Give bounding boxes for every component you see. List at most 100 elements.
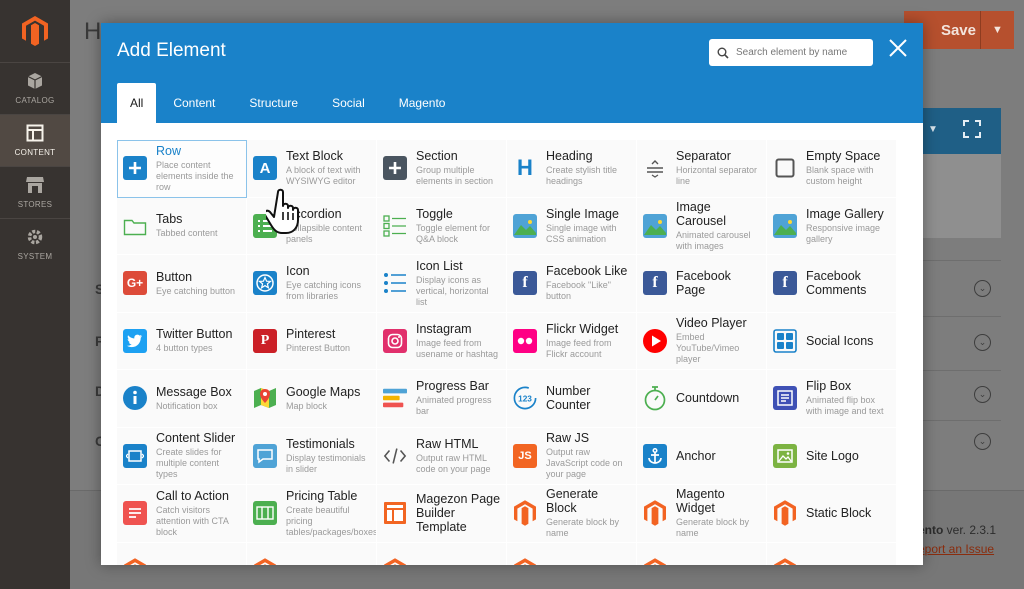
element-number-counter[interactable]: 123 Number Counter — [507, 370, 637, 428]
element-raw-html[interactable]: Raw HTML Output raw HTML code on your pag… — [377, 427, 507, 485]
element-flickr-widget[interactable]: Flickr Widget Image feed from Flickr acco… — [507, 312, 637, 370]
flip-box-icon — [773, 386, 797, 411]
element-magezon-page-builder-template[interactable]: Magezon Page Builder Template — [377, 485, 507, 543]
chevron-down-icon[interactable]: ▼ — [928, 124, 938, 135]
facebook-icon: f — [513, 271, 537, 296]
element-heading[interactable]: H Heading Create stylish title headings — [507, 140, 637, 198]
element-row[interactable]: Row Place content elements inside the row — [117, 140, 247, 198]
letter-a-icon: A — [253, 156, 277, 181]
element-text: Facebook Like Facebook "Like" button — [546, 264, 632, 302]
element-facebook-like[interactable]: f Facebook Like Facebook "Like" button — [507, 255, 637, 313]
element-single-product[interactable]: Single Product — [637, 542, 767, 565]
element-separator[interactable]: Separator Horizontal separator line — [637, 140, 767, 198]
element-description: Blank space with custom height — [806, 165, 874, 187]
element-progress-bar[interactable]: Progress Bar Animated progress bar — [377, 370, 507, 428]
element-instagram[interactable]: Instagram Image feed from usename or hash… — [377, 312, 507, 370]
element-generate-block[interactable]: Generate Block Generate block by name — [507, 485, 637, 543]
element-google-maps[interactable]: Google Maps Map block — [247, 370, 377, 428]
element-text: Toggle Toggle element for Q&A block — [416, 207, 502, 245]
element-text: Site Logo — [806, 449, 859, 463]
element-name: Heading — [546, 149, 593, 164]
element-description: Animated flip box with image and text — [806, 395, 884, 417]
save-dropdown-toggle[interactable]: ▼ — [980, 11, 1014, 49]
element-countdown[interactable]: Countdown — [637, 370, 767, 428]
element-image-carousel[interactable]: Image Carousel Animated carousel with ima… — [637, 197, 767, 255]
sidebar-item-catalog[interactable]: CATALOG — [0, 62, 70, 114]
element-recent[interactable]: Recent — [117, 542, 247, 565]
layout-icon — [26, 124, 44, 148]
element-call-to-action[interactable]: Call to Action Catch visitors attention w… — [117, 485, 247, 543]
element-grid: Row Place content elements inside the row… — [117, 140, 899, 565]
element-flip-box[interactable]: Flip Box Animated flip box with image and… — [767, 370, 897, 428]
divider — [919, 260, 1001, 261]
facebook-icon: f — [773, 271, 797, 296]
element-description: Group multiple elements in section — [416, 165, 494, 187]
element-name: Message Box — [156, 384, 232, 399]
tab-social[interactable]: Social — [315, 83, 382, 123]
element-newsletter[interactable]: Newsletter — [377, 542, 507, 565]
section-expand-icon[interactable]: ⌄ — [974, 334, 991, 351]
tab-structure[interactable]: Structure — [232, 83, 315, 123]
element-facebook-page[interactable]: f Facebook Page — [637, 255, 767, 313]
element-icon-list[interactable]: Icon List Display icons as vertical, hori… — [377, 255, 507, 313]
magento-logo[interactable] — [0, 0, 70, 62]
element-toggle[interactable]: Toggle Toggle element for Q&A block — [377, 197, 507, 255]
element-facebook-comments[interactable]: f Facebook Comments — [767, 255, 897, 313]
element-element[interactable] — [247, 542, 377, 565]
element-name: Static Block — [806, 506, 872, 521]
magento-icon — [513, 500, 537, 526]
fullscreen-icon[interactable] — [963, 120, 981, 143]
element-pricing-table[interactable]: Pricing Table Create beautiful pricing ta… — [247, 485, 377, 543]
element-text: Heading Create stylish title headings — [546, 149, 632, 187]
element-text: Message Box Notification box — [156, 385, 232, 412]
element-testimonials[interactable]: Testimonials Display testimonials in slid… — [247, 427, 377, 485]
section-expand-icon[interactable]: ⌄ — [974, 433, 991, 450]
element-pinterest[interactable]: P Pinterest Pinterest Button — [247, 312, 377, 370]
element-magento-widget[interactable]: Magento Widget Generate block by name — [637, 485, 767, 543]
tab-content[interactable]: Content — [156, 83, 232, 123]
search-input[interactable] — [736, 47, 866, 58]
element-text: Number Counter — [546, 384, 632, 412]
tab-magento[interactable]: Magento — [382, 83, 463, 123]
element-empty-space[interactable]: Empty Space Blank space with custom heigh… — [767, 140, 897, 198]
close-icon[interactable] — [887, 37, 909, 59]
report-issue-link[interactable]: eport an Issue — [918, 542, 994, 556]
search-box[interactable] — [709, 39, 873, 66]
element-tabs[interactable]: Tabs Tabbed content — [117, 197, 247, 255]
element-description: Eye catching button — [156, 285, 236, 296]
section-expand-icon[interactable]: ⌄ — [974, 280, 991, 297]
element-content-slider[interactable]: Content Slider Create slides for multiple… — [117, 427, 247, 485]
add-element-modal: Add Element AllContentStructureSocialMag… — [101, 23, 923, 565]
sidebar-item-content[interactable]: CONTENT — [0, 114, 70, 166]
sidebar-item-stores[interactable]: STORES — [0, 166, 70, 218]
sidebar-item-system[interactable]: SYSTEM — [0, 218, 70, 270]
element-image-gallery[interactable]: Image Gallery Responsive image gallery — [767, 197, 897, 255]
tab-bar: All Content Structure Social Magento — [117, 83, 462, 123]
magento-icon — [383, 558, 407, 565]
element-raw-js[interactable]: JS Raw JS Output raw JavaScript code on yo… — [507, 427, 637, 485]
element-video-player[interactable]: Video Player Embed YouTube/Vimeo player — [637, 312, 767, 370]
element-text: Separator Horizontal separator line — [676, 149, 762, 187]
tab-all[interactable]: All — [117, 83, 157, 123]
element-section[interactable]: Section Group multiple elements in sectio… — [377, 140, 507, 198]
element-anchor[interactable]: Anchor — [637, 427, 767, 485]
element-description: Facebook "Like" button — [546, 280, 611, 302]
element-message-box[interactable]: Message Box Notification box — [117, 370, 247, 428]
magento-logo-icon — [22, 16, 48, 46]
element-description: Generate block by name — [676, 517, 750, 539]
element-site-logo[interactable]: Site Logo — [767, 427, 897, 485]
section-expand-icon[interactable]: ⌄ — [974, 386, 991, 403]
element-name: Separator — [676, 149, 731, 164]
element-static-block[interactable]: Static Block — [767, 485, 897, 543]
info-icon — [123, 386, 147, 411]
element-twitter-button[interactable]: Twitter Button 4 button types — [117, 312, 247, 370]
element-social-icons[interactable]: Social Icons — [767, 312, 897, 370]
element-element[interactable] — [507, 542, 637, 565]
element-element[interactable] — [767, 542, 897, 565]
play-icon — [643, 328, 667, 353]
element-icon[interactable]: Icon Eye catching icons from libraries — [247, 255, 377, 313]
element-name: Call to Action — [156, 488, 229, 503]
code-icon — [383, 444, 407, 468]
element-single-image[interactable]: Single Image Single image with CSS animat… — [507, 197, 637, 255]
element-button[interactable]: G+ Button Eye catching button — [117, 255, 247, 313]
